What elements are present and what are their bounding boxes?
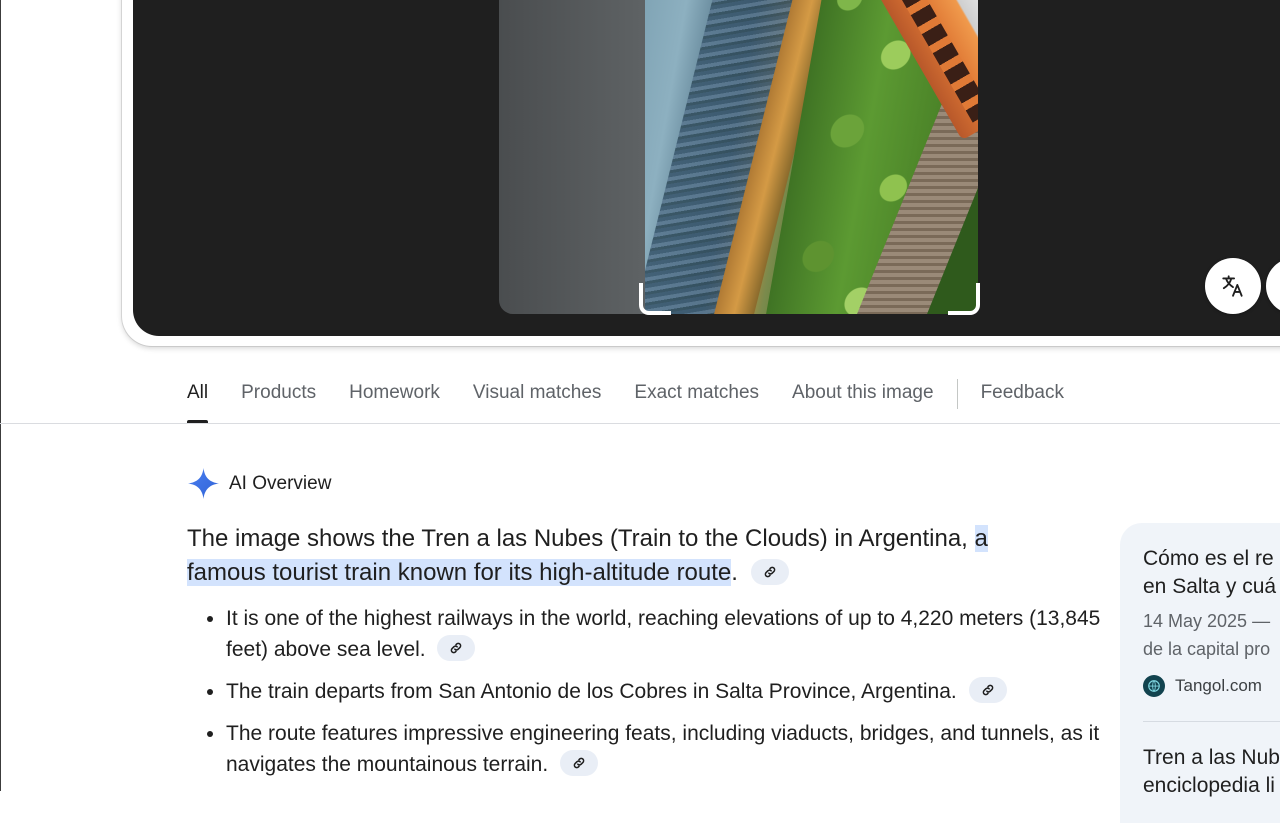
tab-feedback[interactable]: Feedback (981, 370, 1064, 424)
site-favicon-icon (1143, 675, 1165, 697)
bullet-text: It is one of the highest railways in the… (226, 607, 1101, 661)
list-item: It is one of the highest railways in the… (226, 603, 1106, 665)
window-edge (0, 0, 1, 791)
sparkle-icon (188, 468, 219, 499)
crop-handle-bottom-left[interactable] (639, 283, 671, 315)
ai-overview-label: AI Overview (229, 472, 332, 494)
tab-divider (956, 379, 958, 409)
ai-overview-bullets: It is one of the highest railways in the… (187, 603, 1106, 791)
link-icon (451, 643, 462, 654)
bullet-text: The route features impressive engineerin… (226, 722, 1100, 776)
source-card[interactable]: Cómo es el re en Salta y cuá 14 May 2025… (1143, 545, 1280, 697)
card-divider (1143, 721, 1280, 722)
source-card-panel: Cómo es el re en Salta y cuá 14 May 2025… (1120, 523, 1280, 823)
source-link-button[interactable] (560, 750, 599, 777)
tabs-divider (0, 423, 1280, 424)
tab-products[interactable]: Products (241, 370, 316, 424)
link-icon (573, 758, 585, 769)
list-item: The route features impressive engineerin… (226, 718, 1106, 780)
source-link-button[interactable] (750, 558, 789, 585)
source-link-button[interactable] (437, 635, 476, 662)
link-icon (764, 566, 775, 577)
list-item: The train departs from San Antonio de lo… (226, 676, 1106, 707)
ai-overview-header: AI Overview (187, 467, 331, 500)
image-viewer (133, 0, 1280, 336)
source-site-name: Tangol.com (1175, 676, 1262, 695)
tab-all[interactable]: All (187, 370, 209, 424)
source-link-button[interactable] (968, 677, 1007, 704)
translate-icon (1222, 275, 1243, 297)
crop-handle-bottom-right[interactable] (948, 283, 980, 315)
summary-text: The image shows the Tren a las Nubes (Tr… (187, 525, 975, 552)
tab-homework[interactable]: Homework (349, 370, 440, 424)
bullet-text: The train departs from San Antonio de lo… (226, 680, 957, 703)
ai-overview-summary: The image shows the Tren a las Nubes (Tr… (187, 522, 1047, 590)
search-image (499, 0, 978, 314)
result-tabs: All Products Homework Visual matches Exa… (187, 370, 1097, 424)
source-card-2-title[interactable]: Tren a las Nub enciclopedia li (1143, 744, 1280, 800)
tab-exact-matches[interactable]: Exact matches (634, 370, 759, 424)
link-icon (982, 685, 993, 696)
image-crop-area[interactable] (645, 0, 978, 314)
source-card-title: Cómo es el re en Salta y cuá (1143, 547, 1277, 598)
tab-visual-matches[interactable]: Visual matches (473, 370, 602, 424)
tab-about-this-image[interactable]: About this image (792, 370, 934, 424)
source-site: Tangol.com (1143, 675, 1280, 697)
translate-button[interactable] (1205, 258, 1261, 314)
summary-end: . (731, 559, 738, 586)
source-card-snippet: 14 May 2025 — de la capital pro (1143, 611, 1271, 659)
